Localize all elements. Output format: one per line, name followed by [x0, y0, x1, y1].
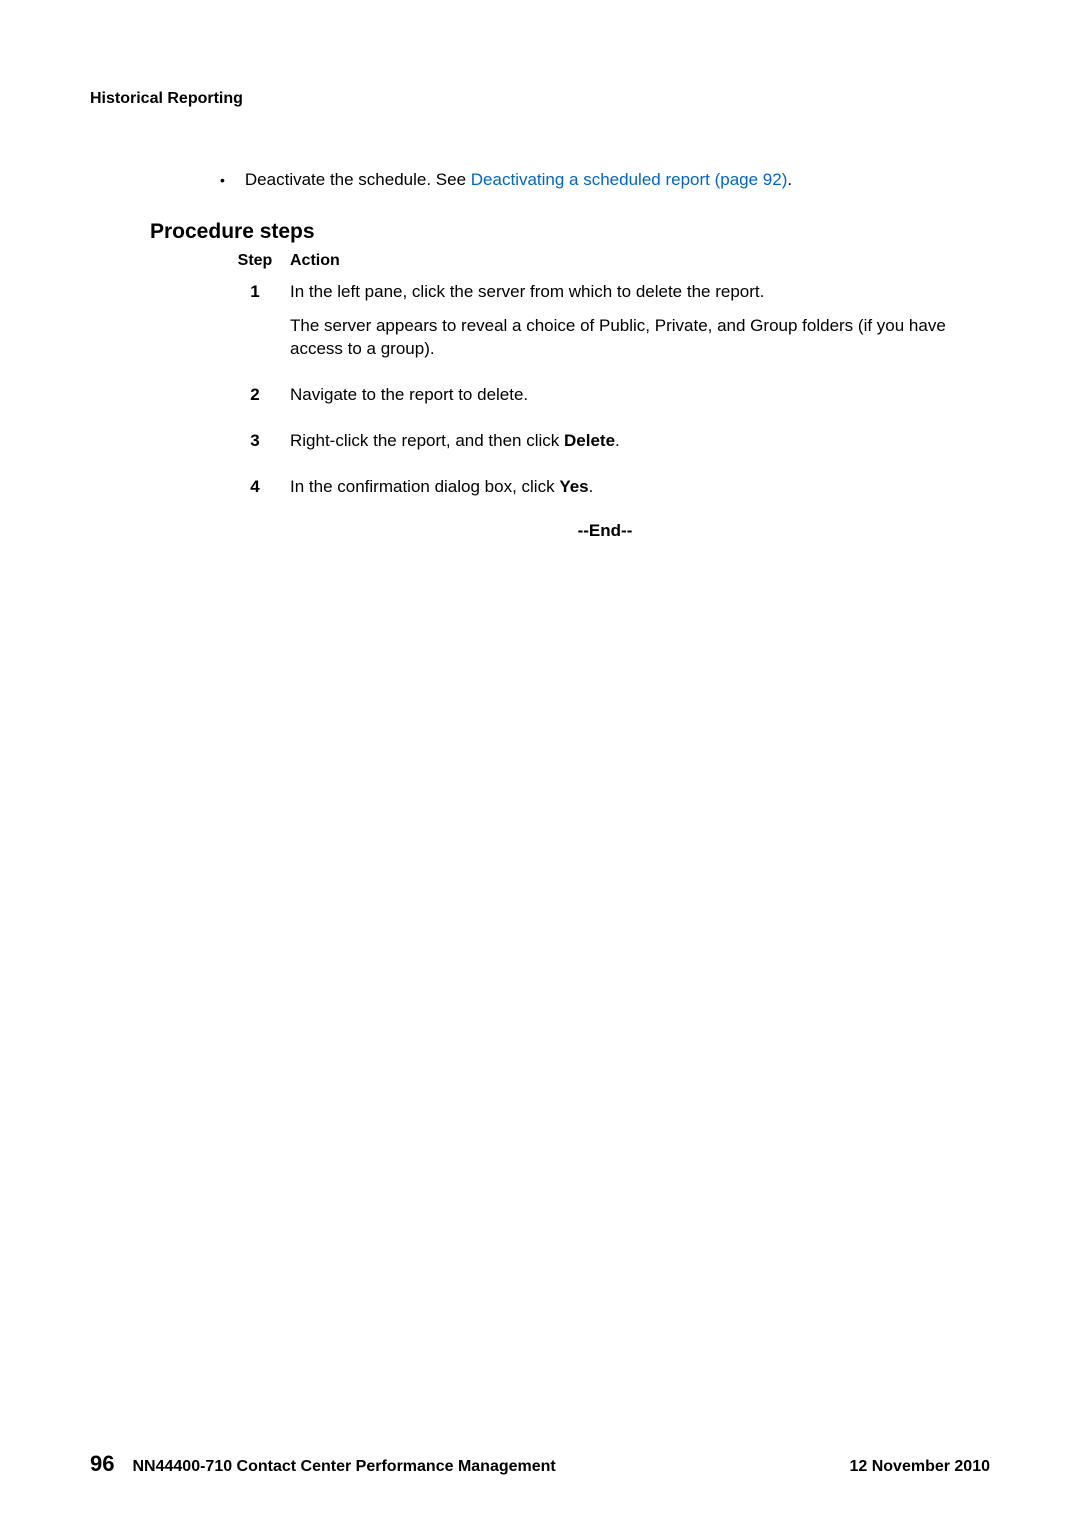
step-header-label: Step — [220, 252, 290, 270]
step-row: 1 In the left pane, click the server fro… — [220, 280, 990, 371]
step-number: 4 — [220, 475, 290, 509]
bullet-marker-icon: • — [220, 171, 225, 191]
step-action-line: Navigate to the report to delete. — [290, 383, 950, 407]
action-text: . — [589, 477, 594, 496]
end-marker: --End-- — [220, 521, 990, 541]
page-number: 96 — [90, 1451, 114, 1477]
step-row: 4 In the confirmation dialog box, click … — [220, 475, 990, 509]
bullet-text: Deactivate the schedule. See Deactivatin… — [245, 168, 792, 192]
action-text: Right-click the report, and then click — [290, 431, 564, 450]
action-text: In the confirmation dialog box, click — [290, 477, 559, 496]
step-action: In the left pane, click the server from … — [290, 280, 990, 371]
step-action: Right-click the report, and then click D… — [290, 429, 990, 463]
section-heading: Procedure steps — [150, 220, 990, 244]
bullet-item: • Deactivate the schedule. See Deactivat… — [220, 168, 990, 192]
bullet-list: • Deactivate the schedule. See Deactivat… — [220, 168, 990, 192]
step-action-line: In the left pane, click the server from … — [290, 280, 950, 304]
step-row: 3 Right-click the report, and then click… — [220, 429, 990, 463]
step-action-line: The server appears to reveal a choice of… — [290, 314, 950, 362]
footer-left: 96 NN44400-710 Contact Center Performanc… — [90, 1451, 556, 1477]
step-row: 2 Navigate to the report to delete. — [220, 383, 990, 417]
step-action-line: In the confirmation dialog box, click Ye… — [290, 475, 950, 499]
step-action: Navigate to the report to delete. — [290, 383, 990, 417]
action-text: . — [615, 431, 620, 450]
step-number: 2 — [220, 383, 290, 417]
action-header-label: Action — [290, 252, 990, 270]
running-header: Historical Reporting — [90, 90, 990, 108]
page-footer: 96 NN44400-710 Contact Center Performanc… — [90, 1451, 990, 1477]
action-bold-text: Delete — [564, 431, 615, 450]
bullet-text-after: . — [787, 170, 792, 189]
doc-title: NN44400-710 Contact Center Performance M… — [132, 1458, 555, 1476]
steps-header-row: Step Action — [220, 252, 990, 270]
bullet-text-before: Deactivate the schedule. See — [245, 170, 471, 189]
step-action-line: Right-click the report, and then click D… — [290, 429, 950, 453]
procedure-steps-table: Step Action 1 In the left pane, click th… — [220, 252, 990, 509]
step-number: 1 — [220, 280, 290, 371]
action-bold-text: Yes — [559, 477, 588, 496]
step-number: 3 — [220, 429, 290, 463]
step-action: In the confirmation dialog box, click Ye… — [290, 475, 990, 509]
footer-date: 12 November 2010 — [849, 1458, 990, 1476]
cross-reference-link[interactable]: Deactivating a scheduled report (page 92… — [471, 170, 788, 189]
